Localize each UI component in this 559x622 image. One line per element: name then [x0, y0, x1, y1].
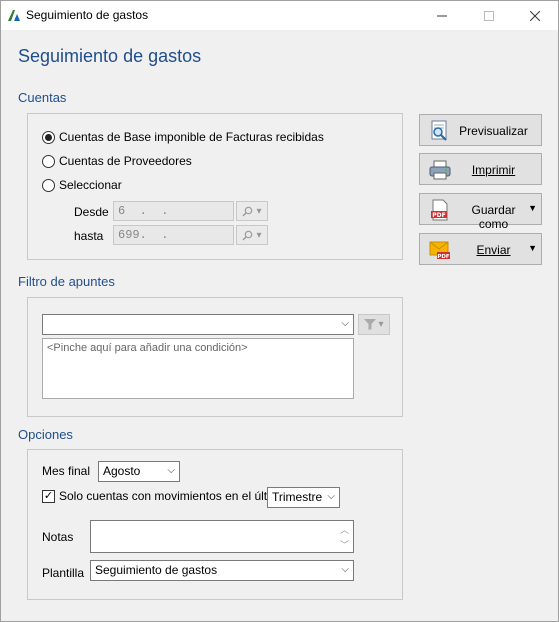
checkbox-checked-icon[interactable]: ✓ [42, 489, 55, 503]
chevron-down-icon: ▾ [378, 319, 384, 330]
hasta-label: hasta [74, 229, 104, 243]
search-icon [242, 206, 253, 216]
solo-cuentas-checkbox-row[interactable]: ✓ Solo cuentas con movimientos en el últ… [42, 489, 286, 503]
opciones-section-title: Opciones [18, 427, 73, 442]
chevron-down-icon[interactable]: ▼ [528, 243, 537, 253]
pdf-document-icon: PDF [431, 199, 448, 221]
radio-base-imponible[interactable]: Cuentas de Base imponible de Facturas re… [42, 130, 324, 144]
imprimir-text: Imprimir [471, 163, 516, 177]
scroll-down-icon[interactable]: ﹀ [340, 538, 349, 551]
title-bar[interactable]: Seguimiento de gastos [1, 1, 558, 30]
previsualizar-button[interactable]: Previsualizar [419, 114, 542, 146]
chevron-down-icon: ⌵ [341, 564, 349, 575]
window-title: Seguimiento de gastos [26, 8, 149, 22]
chevron-down-icon: ⌵ [327, 491, 335, 502]
close-icon [530, 10, 540, 21]
desde-input[interactable]: 6 . . [113, 201, 234, 221]
chevron-down-icon: ⌵ [167, 465, 175, 476]
mes-final-value: Agosto [103, 464, 141, 478]
condition-area[interactable]: <Pinche aquí para añadir una condición> [42, 338, 354, 399]
pdf-envelope-icon: PDF [429, 241, 450, 260]
imprimir-label: Imprimir [458, 163, 529, 177]
scroll-up-icon[interactable]: ︿ [340, 523, 349, 536]
svg-text:PDF: PDF [432, 212, 445, 219]
notas-textarea[interactable]: ︿ ﹀ [90, 520, 354, 553]
radio-base-imponible-label: Cuentas de Base imponible de Facturas re… [59, 130, 324, 144]
page-title: Seguimiento de gastos [18, 46, 202, 66]
enviar-label: Enviar [458, 243, 529, 257]
notas-label: Notas [42, 530, 74, 544]
plantilla-select[interactable]: Seguimiento de gastos ⌵ [90, 560, 354, 581]
imprimir-button[interactable]: Imprimir [419, 153, 542, 185]
previsualizar-label: Previsualizar [459, 124, 528, 138]
plantilla-label: Plantilla [42, 566, 85, 580]
mes-final-select[interactable]: Agosto ⌵ [98, 461, 180, 482]
guardar-como-label: Guardar como [471, 203, 516, 231]
search-icon [242, 230, 253, 240]
svg-text:PDF: PDF [437, 254, 450, 260]
chevron-down-icon: ▾ [256, 205, 262, 217]
condition-hint: <Pinche aquí para añadir una condición> [47, 342, 248, 354]
chevron-down-icon: ▾ [256, 229, 262, 241]
main-window: Seguimiento de gastos Seguimiento de gas… [0, 0, 559, 622]
radio-seleccionar[interactable]: Seleccionar [42, 178, 122, 192]
periodo-select[interactable]: Trimestre ⌵ [267, 487, 340, 508]
desde-lookup-button[interactable]: ▾ [236, 201, 268, 221]
periodo-value: Trimestre [272, 490, 323, 504]
solo-cuentas-label: Solo cuentas con movimientos en el últim… [59, 489, 287, 503]
radio-proveedores[interactable]: Cuentas de Proveedores [42, 154, 192, 168]
radio-selected-icon[interactable] [42, 130, 55, 144]
maximize-button[interactable] [466, 1, 512, 30]
app-logo-icon [8, 10, 20, 21]
desde-label: Desde [74, 205, 109, 219]
funnel-icon [364, 319, 377, 330]
mes-final-label: Mes final [42, 464, 91, 478]
hasta-input[interactable]: 699. . [113, 225, 234, 245]
filter-button[interactable]: ▾ [358, 314, 390, 335]
radio-proveedores-label: Cuentas de Proveedores [59, 154, 192, 168]
radio-seleccionar-label: Seleccionar [59, 178, 122, 192]
plantilla-value: Seguimiento de gastos [95, 563, 218, 577]
printer-icon [429, 160, 451, 180]
filtro-section-title: Filtro de apuntes [18, 274, 115, 289]
chevron-down-icon[interactable]: ▼ [528, 203, 537, 213]
close-button[interactable] [512, 1, 558, 30]
maximize-icon [484, 10, 494, 21]
filtro-select[interactable]: ⌵ [42, 314, 354, 335]
guardar-como-button[interactable]: PDF Guardar como ▼ [419, 193, 542, 231]
cuentas-section-title: Cuentas [18, 90, 67, 105]
chevron-down-icon: ⌵ [341, 318, 349, 329]
radio-unselected-icon[interactable] [42, 178, 55, 192]
minimize-icon [437, 15, 447, 16]
hasta-lookup-button[interactable]: ▾ [236, 225, 268, 245]
magnifier-document-icon [431, 120, 447, 141]
enviar-text: Enviar [476, 243, 511, 257]
minimize-button[interactable] [419, 1, 465, 30]
enviar-button[interactable]: PDF Enviar ▼ [419, 233, 542, 265]
radio-unselected-icon[interactable] [42, 154, 55, 168]
